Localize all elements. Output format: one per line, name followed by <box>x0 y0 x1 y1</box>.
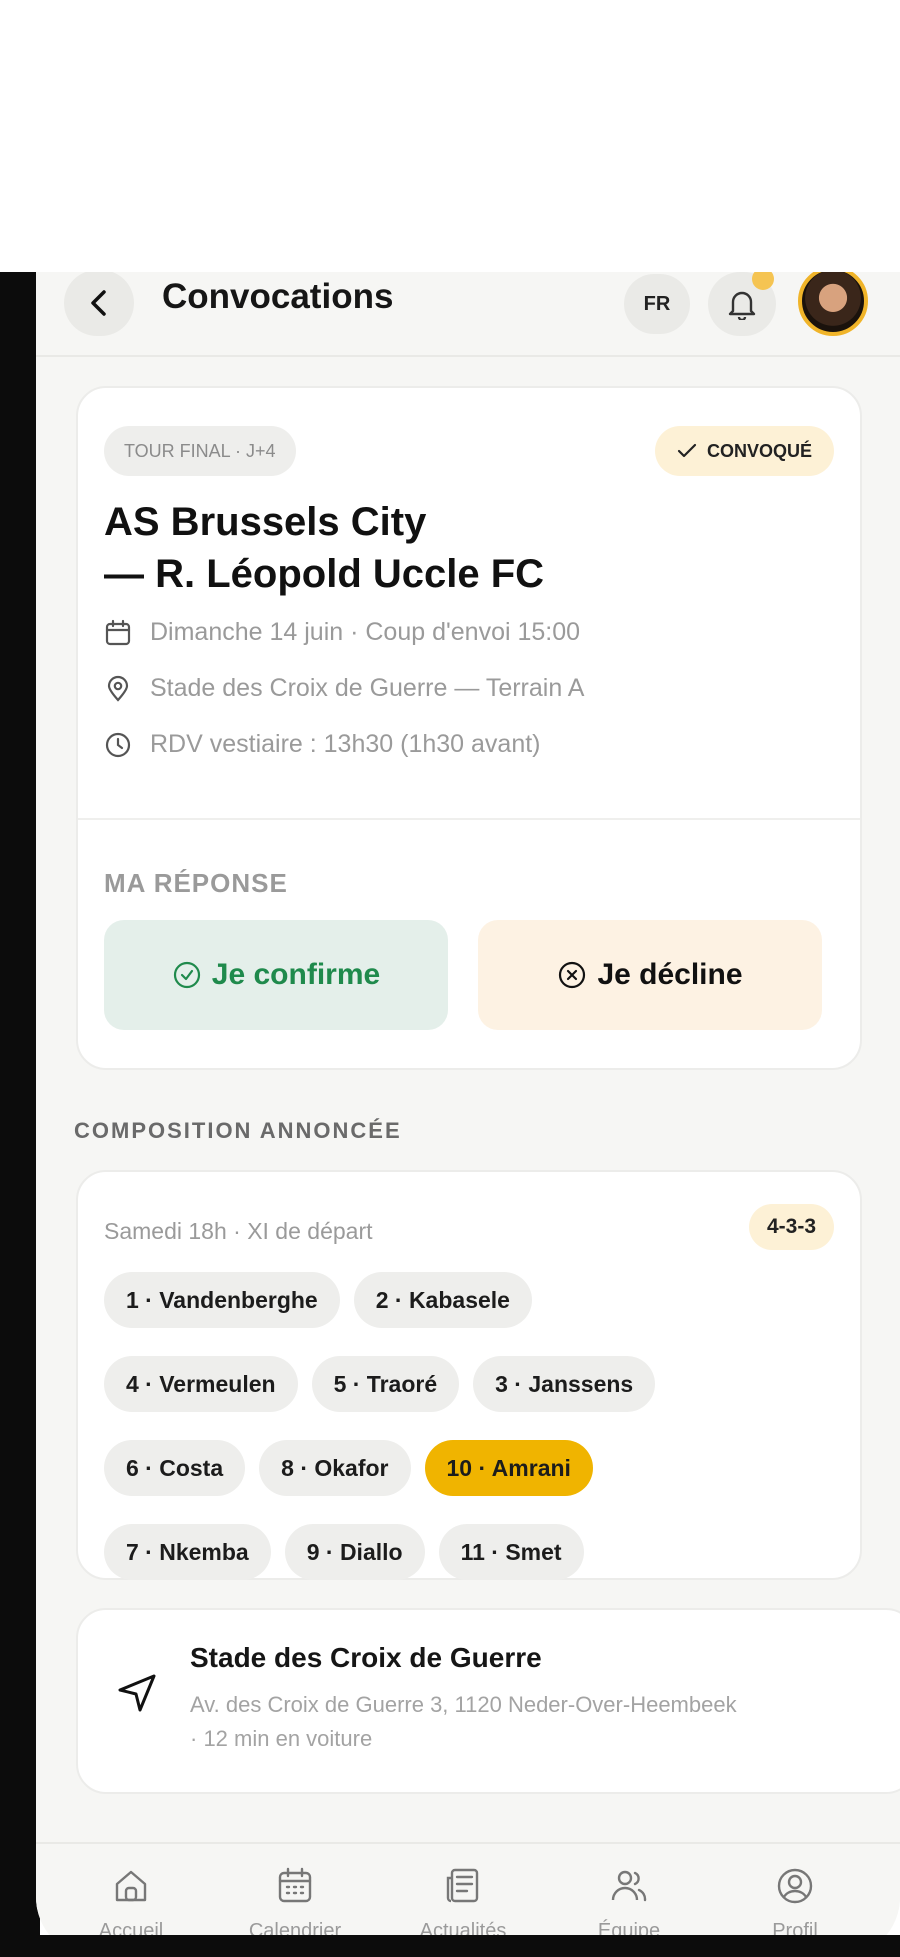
chevron-left-icon <box>91 290 106 316</box>
app-screen: Convocations FR TOUR FINAL · J+4 CONVOQU… <box>36 272 900 1957</box>
navigation-arrow-icon <box>118 1674 156 1712</box>
response-title: MA RÉPONSE <box>104 868 288 898</box>
top-bar: Convocations FR <box>36 272 900 357</box>
nav-item-accueil[interactable]: Accueil <box>56 1866 206 1943</box>
card-divider <box>78 818 860 820</box>
device-frame-bottom <box>0 1935 900 1957</box>
nav-item-actualites[interactable]: Actualités <box>388 1866 538 1943</box>
check-circle-icon <box>173 961 200 989</box>
nav-item-equipe[interactable]: Équipe <box>554 1866 704 1943</box>
language-button[interactable]: FR <box>624 274 690 334</box>
check-icon <box>677 443 697 458</box>
player-chip[interactable]: 11 · Smet <box>438 1524 584 1580</box>
x-circle-icon <box>559 961 586 989</box>
back-button[interactable] <box>64 272 134 336</box>
page-title: Convocations <box>162 277 394 316</box>
date-info: Dimanche 14 juin · Coup d'envoi 15:00 <box>150 618 581 646</box>
bell-icon <box>728 291 756 320</box>
location-pin-icon <box>107 675 129 702</box>
calendar-icon <box>105 619 131 645</box>
confirm-button[interactable]: Je confirme <box>104 920 448 1030</box>
profile-icon <box>777 1868 813 1904</box>
player-chip[interactable]: 1 · Vandenberghe <box>104 1272 340 1328</box>
notifications-button[interactable] <box>708 272 776 336</box>
status-badge: CONVOQUÉ <box>654 426 834 476</box>
match-card: TOUR FINAL · J+4 CONVOQUÉ AS Brussels Ci… <box>76 386 862 1070</box>
meeting-info: RDV vestiaire : 13h30 (1h30 avant) <box>150 730 541 758</box>
player-chip[interactable]: 6 · Costa <box>104 1440 246 1496</box>
match-title-line1: AS Brussels City <box>104 500 427 544</box>
composition-section-title: COMPOSITION ANNONCÉE <box>74 1118 402 1143</box>
team-icon <box>611 1870 647 1902</box>
round-tag: TOUR FINAL · J+4 <box>104 426 296 476</box>
calendar-icon <box>278 1867 312 1903</box>
meeting-row: RDV vestiaire : 13h30 (1h30 avant) <box>104 730 541 759</box>
notification-dot <box>752 272 774 290</box>
player-chip[interactable]: 5 · Traoré <box>311 1356 460 1412</box>
nav-item-profil[interactable]: Profil <box>720 1866 870 1943</box>
date-row: Dimanche 14 juin · Coup d'envoi 15:00 <box>104 618 580 647</box>
device-frame-left <box>0 272 40 1957</box>
player-chip[interactable]: 8 · Okafor <box>259 1440 411 1496</box>
status-area <box>0 0 900 272</box>
match-title: AS Brussels City — R. Léopold Uccle FC <box>104 496 544 600</box>
player-list: 1 · Vandenberghe 2 · Kabasele 4 · Vermeu… <box>104 1272 844 1580</box>
nav-item-calendrier[interactable]: Calendrier <box>220 1866 370 1943</box>
venue-card[interactable]: Stade des Croix de Guerre Av. des Croix … <box>76 1608 900 1794</box>
player-chip[interactable]: 3 · Janssens <box>473 1356 656 1412</box>
avatar[interactable] <box>798 272 868 336</box>
status-badge-label: CONVOQUÉ <box>706 440 812 461</box>
news-icon <box>446 1868 479 1903</box>
home-icon <box>115 1870 147 1902</box>
venue-address: Av. des Croix de Guerre 3, 1120 Neder-Ov… <box>190 1692 737 1751</box>
formation-badge: 4-3-3 <box>748 1204 834 1250</box>
clock-icon <box>105 732 131 757</box>
player-chip[interactable]: 4 · Vermeulen <box>104 1356 298 1412</box>
player-chip-highlighted[interactable]: 10 · Amrani <box>424 1440 593 1496</box>
composition-subtitle: Samedi 18h · XI de départ <box>104 1218 373 1244</box>
player-chip[interactable]: 9 · Diallo <box>284 1524 425 1580</box>
match-title-line2: — R. Léopold Uccle FC <box>104 552 545 596</box>
location-row: Stade des Croix de Guerre — Terrain A <box>104 674 584 703</box>
confirm-label: Je confirme <box>211 958 381 991</box>
decline-button[interactable]: Je décline <box>478 920 822 1030</box>
player-chip[interactable]: 2 · Kabasele <box>353 1272 532 1328</box>
decline-label: Je décline <box>597 958 743 991</box>
location-info: Stade des Croix de Guerre — Terrain A <box>150 674 585 702</box>
venue-name: Stade des Croix de Guerre <box>190 1642 542 1673</box>
player-chip[interactable]: 7 · Nkemba <box>104 1524 271 1580</box>
composition-card: Samedi 18h · XI de départ 4-3-3 1 · Vand… <box>76 1170 862 1580</box>
